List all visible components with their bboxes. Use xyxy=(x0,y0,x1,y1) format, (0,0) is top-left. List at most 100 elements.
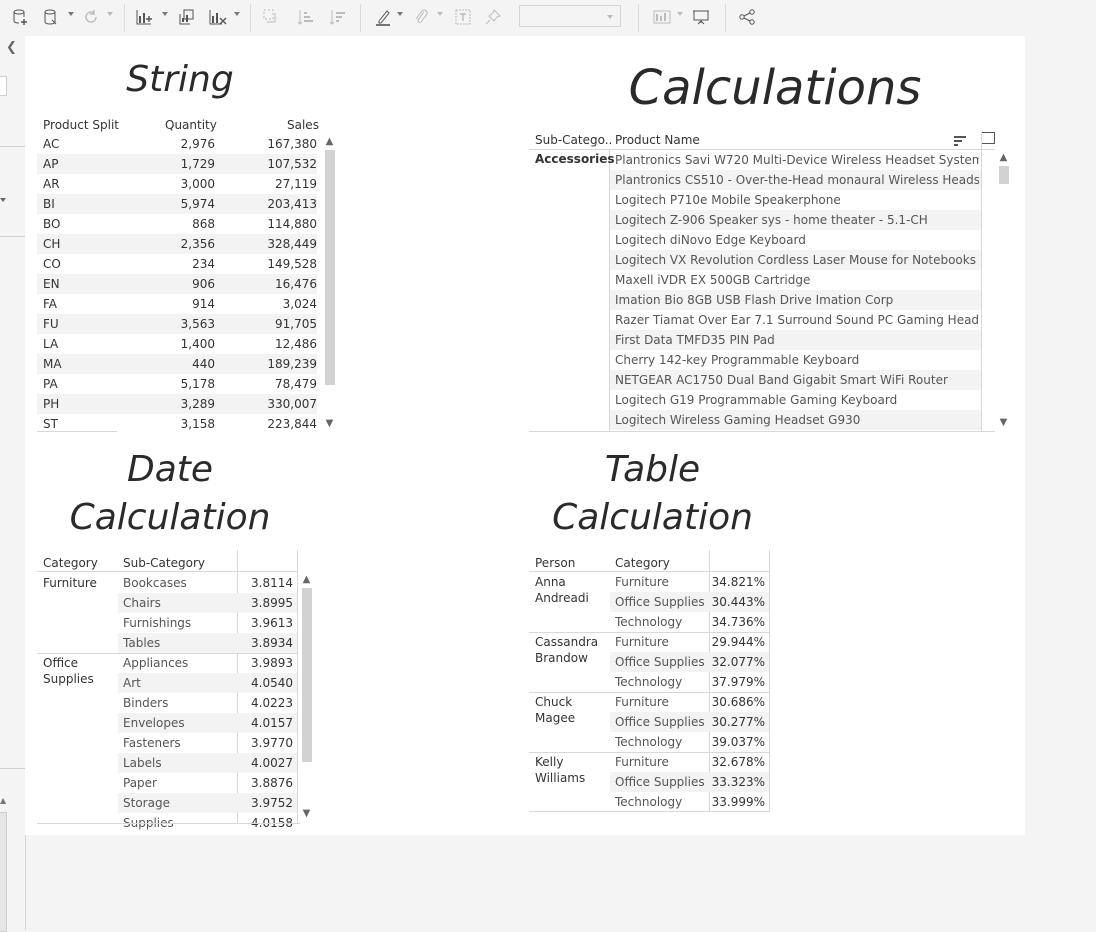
category-cell[interactable]: Technology xyxy=(615,675,707,689)
percent-cell[interactable]: 32.678% xyxy=(711,755,765,769)
side-panel-caret[interactable] xyxy=(0,198,6,202)
col-header-category[interactable]: Category xyxy=(43,556,98,570)
sales-cell[interactable]: 223,844 xyxy=(225,417,317,431)
string-scrollbar[interactable]: ▲ ▼ xyxy=(323,136,336,431)
sort-descending-icon[interactable] xyxy=(326,6,348,28)
sub-category-cell[interactable]: Envelopes xyxy=(123,716,235,730)
quantity-cell[interactable]: 3,158 xyxy=(125,417,215,431)
share-icon[interactable] xyxy=(736,6,758,28)
swap-icon[interactable] xyxy=(260,6,282,28)
category-cell[interactable]: Furniture xyxy=(615,695,707,709)
quantity-cell[interactable]: 1,729 xyxy=(125,157,215,171)
product-name-cell[interactable]: Imation Bio 8GB USB Flash Drive Imation … xyxy=(615,293,979,307)
fit-dropdown[interactable] xyxy=(519,5,621,27)
scroll-thumb[interactable] xyxy=(302,588,312,762)
scroll-thumb[interactable] xyxy=(999,166,1009,184)
product-name-cell[interactable]: Logitech VX Revolution Cordless Laser Mo… xyxy=(615,253,979,267)
product-split-cell[interactable]: CH xyxy=(43,237,103,251)
group-caret[interactable] xyxy=(437,12,443,16)
product-split-cell[interactable]: ST xyxy=(43,417,103,431)
sub-category-cell[interactable]: Labels xyxy=(123,756,235,770)
sales-cell[interactable]: 149,528 xyxy=(225,257,317,271)
quantity-cell[interactable]: 868 xyxy=(125,217,215,231)
value-cell[interactable]: 3.8876 xyxy=(239,776,293,790)
category-cell[interactable]: Technology xyxy=(615,735,707,749)
product-name-cell[interactable]: Logitech diNovo Edge Keyboard xyxy=(615,233,979,247)
scroll-up-icon[interactable]: ▲ xyxy=(0,796,6,805)
product-split-cell[interactable]: MA xyxy=(43,357,103,371)
new-worksheet-caret[interactable] xyxy=(162,12,168,16)
product-split-cell[interactable]: LA xyxy=(43,337,103,351)
product-split-cell[interactable]: FU xyxy=(43,317,103,331)
product-name-cell[interactable]: First Data TMFD35 PIN Pad xyxy=(615,333,979,347)
quantity-cell[interactable]: 234 xyxy=(125,257,215,271)
collapse-panel-icon[interactable]: ❮ xyxy=(6,40,17,55)
percent-cell[interactable]: 33.999% xyxy=(711,795,765,809)
product-split-cell[interactable]: AP xyxy=(43,157,103,171)
product-split-cell[interactable]: AR xyxy=(43,177,103,191)
quantity-cell[interactable]: 5,178 xyxy=(125,377,215,391)
show-cards-caret[interactable] xyxy=(677,12,683,16)
col-header-category[interactable]: Category xyxy=(615,556,670,570)
scroll-down-icon[interactable]: ▼ xyxy=(997,417,1010,429)
add-datasource-icon[interactable] xyxy=(8,6,32,28)
category-cell[interactable]: Furniture xyxy=(615,755,707,769)
value-cell[interactable]: 4.0223 xyxy=(239,696,293,710)
quantity-cell[interactable]: 1,400 xyxy=(125,337,215,351)
product-split-cell[interactable]: PA xyxy=(43,377,103,391)
quantity-cell[interactable]: 3,563 xyxy=(125,317,215,331)
sort-icon[interactable] xyxy=(953,132,967,146)
sales-cell[interactable]: 114,880 xyxy=(225,217,317,231)
quantity-cell[interactable]: 914 xyxy=(125,297,215,311)
quantity-cell[interactable]: 5,974 xyxy=(125,197,215,211)
sales-cell[interactable]: 3,024 xyxy=(225,297,317,311)
scroll-up-icon[interactable]: ▲ xyxy=(997,152,1010,164)
clear-sheet-icon[interactable] xyxy=(206,6,230,28)
sales-cell[interactable]: 91,705 xyxy=(225,317,317,331)
percent-cell[interactable]: 30.686% xyxy=(711,695,765,709)
value-cell[interactable]: 3.8934 xyxy=(239,636,293,650)
group-icon[interactable] xyxy=(410,6,432,28)
scroll-up-icon[interactable]: ▲ xyxy=(323,136,336,148)
side-panel-scrollbar[interactable] xyxy=(0,812,7,932)
sub-category-cell[interactable]: Chairs xyxy=(123,596,235,610)
product-name-cell[interactable]: Maxell iVDR EX 500GB Cartridge xyxy=(615,273,979,287)
category-cell[interactable]: Office Supplies xyxy=(615,595,707,609)
new-worksheet-icon[interactable] xyxy=(133,6,157,28)
refresh-icon[interactable] xyxy=(80,6,102,28)
label-icon[interactable] xyxy=(452,6,474,28)
col-header-product-name[interactable]: Product Name xyxy=(615,133,700,147)
datasource-dropdown-caret[interactable] xyxy=(68,12,74,16)
col-header-person[interactable]: Person xyxy=(535,556,575,570)
product-split-cell[interactable]: AC xyxy=(43,137,103,151)
percent-cell[interactable]: 37.979% xyxy=(711,675,765,689)
sales-cell[interactable]: 167,380 xyxy=(225,137,317,151)
sales-cell[interactable]: 78,479 xyxy=(225,377,317,391)
percent-cell[interactable]: 30.443% xyxy=(711,595,765,609)
col-header-quantity[interactable]: Quantity xyxy=(165,118,217,132)
sub-category-cell[interactable]: Furnishings xyxy=(123,616,235,630)
quantity-cell[interactable]: 2,356 xyxy=(125,237,215,251)
sub-category-cell[interactable]: Appliances xyxy=(123,656,235,670)
value-cell[interactable]: 3.9752 xyxy=(239,796,293,810)
value-cell[interactable]: 3.8114 xyxy=(239,576,293,590)
scroll-up-icon[interactable]: ▲ xyxy=(300,574,313,586)
col-header-sub-category[interactable]: Sub-Catego.. xyxy=(535,133,612,147)
person-cell[interactable]: Cassandra Brandow xyxy=(535,634,611,666)
product-name-cell[interactable]: Logitech Z-906 Speaker sys - home theate… xyxy=(615,213,979,227)
calc-scrollbar[interactable]: ▲ ▼ xyxy=(997,152,1010,431)
quantity-cell[interactable]: 2,976 xyxy=(125,137,215,151)
sub-category-cell[interactable]: Binders xyxy=(123,696,235,710)
percent-cell[interactable]: 34.821% xyxy=(711,575,765,589)
category-cell[interactable]: Office Supplies xyxy=(615,775,707,789)
category-cell[interactable]: Office Supplies xyxy=(615,715,707,729)
sub-category-cell[interactable]: Storage xyxy=(123,796,235,810)
sub-category-cell[interactable]: Tables xyxy=(123,636,235,650)
sort-ascending-icon[interactable] xyxy=(294,6,316,28)
product-name-cell[interactable]: Razer Tiamat Over Ear 7.1 Surround Sound… xyxy=(615,313,979,327)
product-split-cell[interactable]: BO xyxy=(43,217,103,231)
product-split-cell[interactable]: EN xyxy=(43,277,103,291)
highlight-caret[interactable] xyxy=(397,12,403,16)
category-cell[interactable]: Office Supplies xyxy=(615,655,707,669)
product-name-cell[interactable]: Plantronics Savi W720 Multi-Device Wirel… xyxy=(615,153,979,167)
